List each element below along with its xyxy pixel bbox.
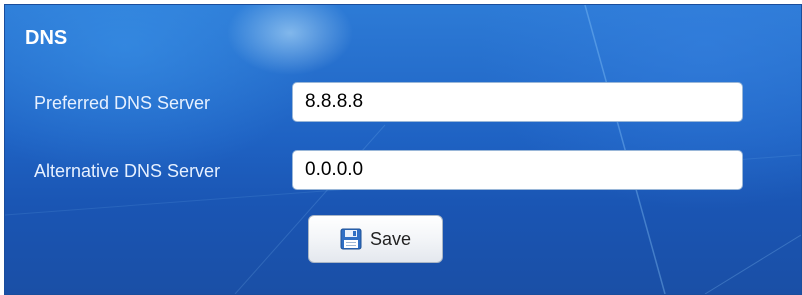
dns-settings-panel: DNS Preferred DNS Server Alternative DNS…	[4, 4, 802, 295]
save-button-label: Save	[369, 228, 412, 249]
preferred-dns-input[interactable]	[292, 82, 743, 122]
preferred-dns-label: Preferred DNS Server	[34, 93, 211, 113]
alternative-dns-label: Alternative DNS Server	[34, 161, 221, 181]
section-title: DNS	[25, 27, 68, 49]
floppy-disk-icon	[340, 228, 362, 250]
alternative-dns-input[interactable]	[292, 150, 743, 190]
save-button[interactable]: Save	[308, 215, 443, 263]
